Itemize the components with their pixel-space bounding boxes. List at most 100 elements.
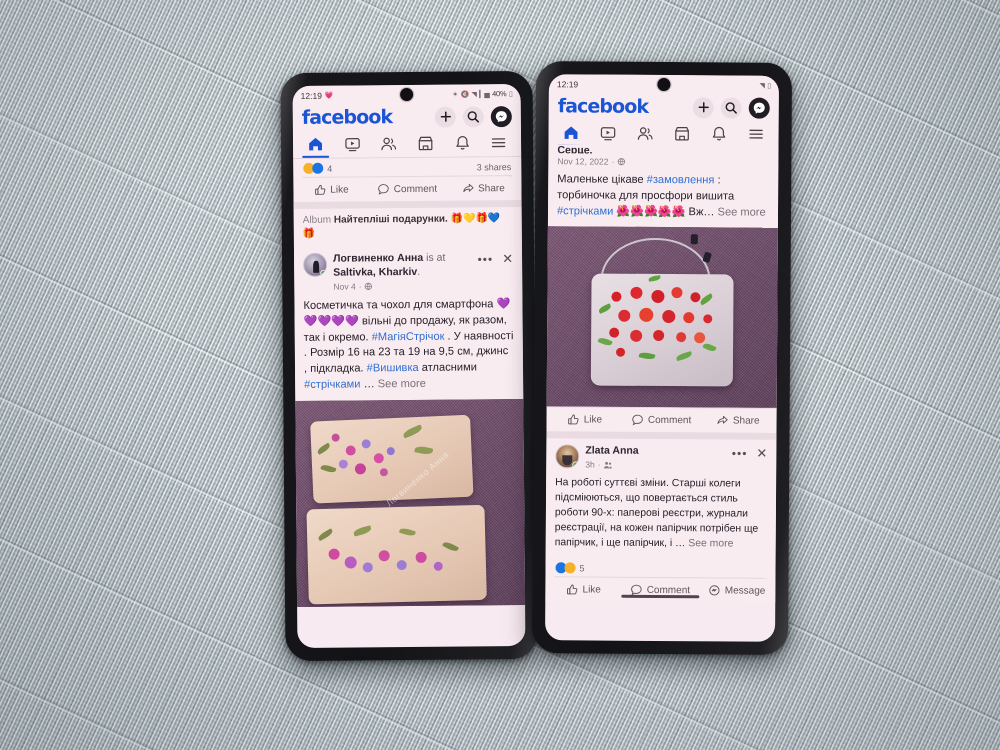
sidebar-item-friends[interactable] <box>370 135 407 157</box>
post-meta: Nov 4 · <box>333 280 472 293</box>
album-title: Найтепліші подарунки. 🎁💛🎁💙🎁 <box>302 213 501 240</box>
android-home-indicator[interactable] <box>621 595 700 599</box>
add-post-button[interactable] <box>434 106 456 128</box>
hashtag-link[interactable]: #МагіяСтрічок <box>372 330 445 343</box>
online-status-dot <box>320 269 328 277</box>
meta-separator: · <box>358 281 362 292</box>
hashtag-link[interactable]: #стрічками <box>557 205 613 217</box>
left-post-header: Логвиненко Анна is at Saltivka, Kharkiv.… <box>294 245 522 295</box>
online-status-dot <box>572 461 580 469</box>
home-icon <box>564 126 578 139</box>
post-timestamp: Nov 4 <box>333 281 356 292</box>
right-phone-screen: 12:19 ◥ ▯ facebook Серце. Nov 12, 2022 ·… <box>545 74 779 642</box>
hashtag-link[interactable]: #Вишивка <box>367 362 419 374</box>
wifi-icon: ◥ <box>759 82 765 90</box>
reaction-summary[interactable]: 5 <box>555 562 585 574</box>
sidebar-item-notifications[interactable] <box>700 125 737 147</box>
avatar[interactable] <box>555 444 580 469</box>
avatar[interactable] <box>303 252 328 277</box>
haha-reaction-icon <box>564 562 576 574</box>
search-button[interactable] <box>462 105 484 128</box>
sidebar-item-video[interactable] <box>589 124 626 146</box>
like-button[interactable]: Like <box>546 407 623 432</box>
right-camera-punch-hole <box>657 77 671 92</box>
right-status-left: 12:19 <box>557 79 578 89</box>
reaction-summary[interactable]: 4 <box>303 162 332 174</box>
left-post-photo[interactable]: Логвиненко Анна <box>295 398 526 607</box>
right-post-top-actions: Like Comment Share <box>546 406 777 434</box>
close-icon[interactable]: ✕ <box>756 446 767 461</box>
sidebar-item-notifications[interactable] <box>444 134 481 156</box>
share-button-label: Share <box>732 415 760 427</box>
search-button[interactable] <box>720 96 742 119</box>
like-reaction-icon <box>312 162 324 174</box>
left-phone-device: 12:19 💗 ✶ 🔇 ◥ ▎▅ 40% ▯ facebook 4 3 shar… <box>280 70 538 662</box>
marketplace-icon <box>675 126 689 141</box>
messenger-button[interactable] <box>490 105 512 127</box>
right-post-photo[interactable] <box>546 226 778 409</box>
sidebar-item-marketplace[interactable] <box>407 135 444 157</box>
right-post-top-header: Серце. Nov 12, 2022 · <box>548 144 778 170</box>
add-post-button[interactable] <box>692 96 714 118</box>
left-post-author-block: Логвиненко Анна is at Saltivka, Kharkiv.… <box>333 251 472 292</box>
video-icon <box>344 138 360 152</box>
ellipsis-icon[interactable]: ••• <box>732 446 748 460</box>
left-facebook-header: facebook <box>292 103 521 133</box>
post-text-segment: 🌺🌺🌺🌺🌺 Вж… <box>613 205 718 218</box>
comment-button[interactable]: Comment <box>622 578 699 603</box>
message-button[interactable]: Message <box>699 579 776 604</box>
comment-button[interactable]: Comment <box>369 177 445 202</box>
see-more-link[interactable]: See more <box>378 378 426 390</box>
share-button[interactable]: Share <box>445 176 521 201</box>
thumbs-up-icon <box>567 584 578 595</box>
bluetooth-icon: ✶ <box>452 91 458 99</box>
post-text-segment: атласними <box>418 361 477 374</box>
like-button[interactable]: Like <box>545 578 622 603</box>
post-author-name[interactable]: Zlata Anna <box>585 445 638 457</box>
left-status-left: 12:19 💗 <box>301 90 334 100</box>
facebook-logo: facebook <box>557 95 649 118</box>
sidebar-item-video[interactable] <box>334 135 371 157</box>
sidebar-item-menu[interactable] <box>480 134 517 156</box>
mute-icon: 🔇 <box>460 90 470 99</box>
left-partial-post-actions: Like Comment Share <box>293 176 521 202</box>
friends-icon <box>637 127 653 140</box>
hashtag-link[interactable]: #стрічками <box>304 378 360 390</box>
right-post-bottom-header: Zlata Anna 3h · ••• ✕ <box>546 438 776 474</box>
sidebar-item-friends[interactable] <box>626 125 663 147</box>
share-arrow-icon <box>463 183 474 193</box>
post-location-prefix: at <box>436 251 446 264</box>
post-action-word: is <box>426 251 434 264</box>
bell-icon <box>455 135 469 150</box>
battery-percent-label: 40% <box>492 89 507 99</box>
globe-icon <box>617 158 625 166</box>
like-button[interactable]: Like <box>293 177 369 202</box>
hashtag-link[interactable]: #замовлення <box>647 174 715 186</box>
sidebar-item-menu[interactable] <box>737 126 774 148</box>
right-post-author-block: Zlata Anna 3h · <box>585 445 726 472</box>
facebook-logo: facebook <box>301 106 393 129</box>
see-more-link[interactable]: See more <box>688 539 733 550</box>
ellipsis-icon[interactable]: ••• <box>477 252 493 266</box>
post-location[interactable]: Saltivka, Kharkiv <box>333 266 417 279</box>
share-button[interactable]: Share <box>700 409 777 434</box>
post-author-name[interactable]: Логвиненко Анна <box>333 252 423 265</box>
like-button-label: Like <box>582 584 601 596</box>
sidebar-item-home[interactable] <box>297 136 334 158</box>
comment-icon <box>632 414 644 426</box>
see-more-link[interactable]: See more <box>718 206 766 218</box>
right-post-bottom-reaction-row: 5 <box>545 559 775 579</box>
left-feed: 4 3 shares Like Comment Share Album Найт… <box>293 157 526 607</box>
comment-button[interactable]: Comment <box>623 408 700 433</box>
left-phone-screen: 12:19 💗 ✶ 🔇 ◥ ▎▅ 40% ▯ facebook 4 3 shar… <box>292 84 526 648</box>
messenger-button[interactable] <box>748 97 770 119</box>
hamburger-icon <box>492 138 506 148</box>
sidebar-item-marketplace[interactable] <box>663 125 700 147</box>
album-label: Album <box>302 214 332 226</box>
sidebar-item-home[interactable] <box>552 124 589 146</box>
left-camera-punch-hole <box>400 87 414 102</box>
album-row[interactable]: Album Найтепліші подарунки. 🎁💛🎁💙🎁 <box>294 207 522 247</box>
close-icon[interactable]: ✕ <box>502 251 513 266</box>
thumbs-up-icon <box>568 414 579 425</box>
friends-icon <box>604 462 613 469</box>
